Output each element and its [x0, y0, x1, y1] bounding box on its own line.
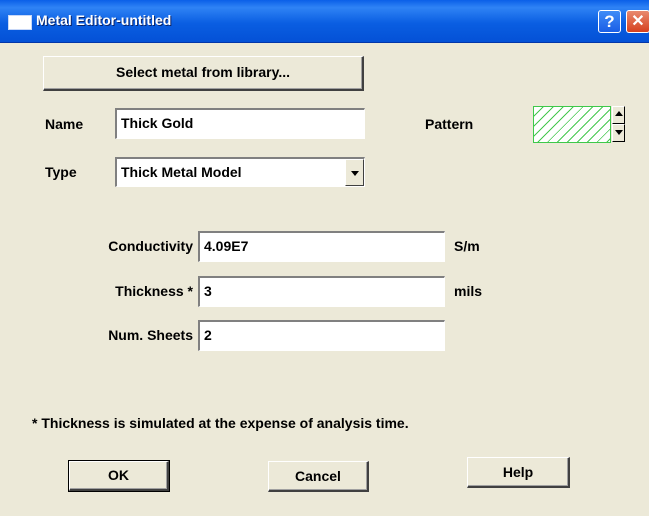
title-bar[interactable]: Metal Editor-untitled ? ✕	[0, 0, 649, 43]
name-label: Name	[45, 116, 84, 132]
help-icon[interactable]: ?	[598, 10, 621, 33]
thickness-input[interactable]: 3	[198, 276, 445, 307]
type-select[interactable]: Thick Metal Model	[115, 157, 365, 187]
ok-button[interactable]: OK	[68, 460, 170, 492]
window-title: Metal Editor-untitled	[36, 12, 172, 28]
select-from-library-button[interactable]: Select metal from library...	[43, 56, 364, 91]
name-input[interactable]: Thick Gold	[115, 108, 365, 139]
chevron-down-icon[interactable]	[345, 159, 364, 186]
conductivity-label: Conductivity	[108, 238, 193, 254]
pattern-spin-down-icon[interactable]	[612, 124, 625, 142]
pattern-label: Pattern	[425, 116, 474, 132]
type-label: Type	[45, 164, 77, 180]
pattern-spin-up-icon[interactable]	[612, 106, 625, 124]
cancel-button[interactable]: Cancel	[268, 461, 369, 492]
conductivity-unit: S/m	[454, 238, 480, 254]
num-sheets-input[interactable]: 2	[198, 320, 445, 351]
window-icon	[8, 15, 32, 30]
thickness-label: Thickness *	[115, 283, 193, 299]
num-sheets-label: Num. Sheets	[108, 327, 193, 343]
help-button[interactable]: Help	[467, 457, 570, 488]
thickness-unit: mils	[454, 283, 483, 299]
close-icon[interactable]: ✕	[626, 10, 649, 33]
conductivity-input[interactable]: 4.09E7	[198, 231, 445, 262]
metal-editor-dialog: Metal Editor-untitled ? ✕ Select metal f…	[0, 0, 649, 516]
type-selected-value: Thick Metal Model	[121, 164, 242, 180]
pattern-swatch[interactable]	[533, 106, 611, 143]
thickness-note: * Thickness is simulated at the expense …	[32, 415, 409, 431]
